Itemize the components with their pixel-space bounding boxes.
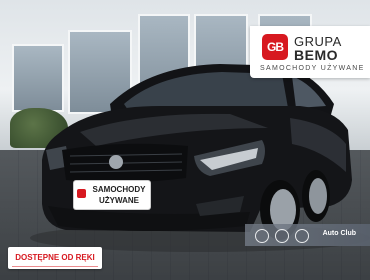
grupa-bemo-logo: GB GRUPA BEMO SAMOCHODY UŻYWANE <box>250 26 370 78</box>
license-plate: SAMOCHODY UŻYWANE <box>74 181 150 209</box>
peugeot-icon <box>295 229 309 243</box>
logo-word-bemo: BEMO <box>294 47 338 63</box>
auto-club-label: Auto Club <box>322 230 356 237</box>
brand-strip: Auto Club <box>245 224 370 246</box>
availability-underline <box>12 266 98 267</box>
plate-line-1: SAMOCHODY <box>92 185 146 194</box>
plate-line-2: UŻYWANE <box>99 196 139 205</box>
availability-label: DOSTĘPNE OD RĘKI <box>8 247 102 269</box>
plate-logo-icon <box>77 189 86 198</box>
logo-tagline: SAMOCHODY UŻYWANE <box>260 65 365 72</box>
availability-text: DOSTĘPNE OD RĘKI <box>15 253 95 262</box>
citroen-icon <box>255 229 269 243</box>
logo-mark: GB <box>262 34 288 60</box>
opel-icon <box>275 229 289 243</box>
car-photo: GB GRUPA BEMO SAMOCHODY UŻYWANE SAMOCHOD… <box>0 0 370 280</box>
